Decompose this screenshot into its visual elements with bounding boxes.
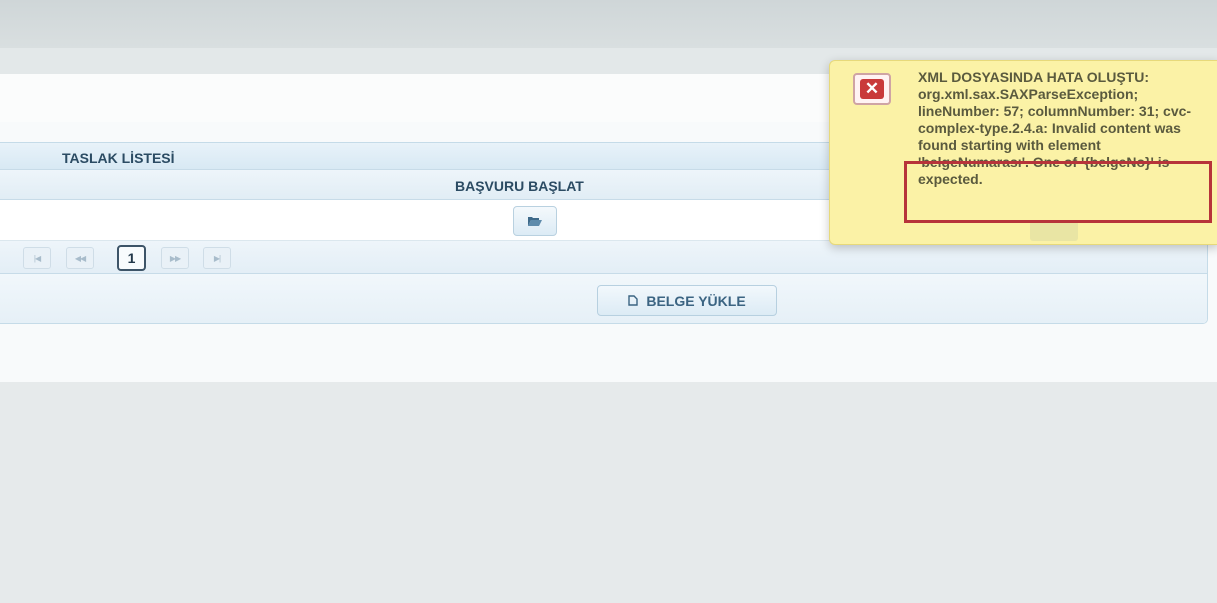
- last-page-button[interactable]: ▶|: [203, 247, 231, 269]
- upload-document-label: BELGE YÜKLE: [646, 292, 746, 309]
- paginator: |◀ ◀◀ 1 ▶▶ ▶|: [0, 241, 1207, 274]
- first-page-button[interactable]: |◀: [23, 247, 51, 269]
- folder-open-icon: [528, 217, 542, 226]
- prev-page-button[interactable]: ◀◀: [66, 247, 94, 269]
- next-page-button[interactable]: ▶▶: [161, 247, 189, 269]
- column-header-start-application: BAŞVURU BAŞLAT: [455, 178, 584, 194]
- highlight-box: [904, 161, 1212, 223]
- notification-close-shadow: [1030, 221, 1078, 241]
- table-footer: BELGE YÜKLE: [0, 274, 1207, 323]
- open-application-button[interactable]: [513, 206, 557, 236]
- document-icon: [628, 295, 639, 306]
- upload-document-button[interactable]: BELGE YÜKLE: [597, 285, 777, 316]
- error-x-icon[interactable]: ✕: [853, 73, 891, 105]
- page-number-current[interactable]: 1: [117, 245, 146, 271]
- top-bar: [0, 0, 1217, 48]
- table-title: TASLAK LİSTESİ: [62, 150, 175, 166]
